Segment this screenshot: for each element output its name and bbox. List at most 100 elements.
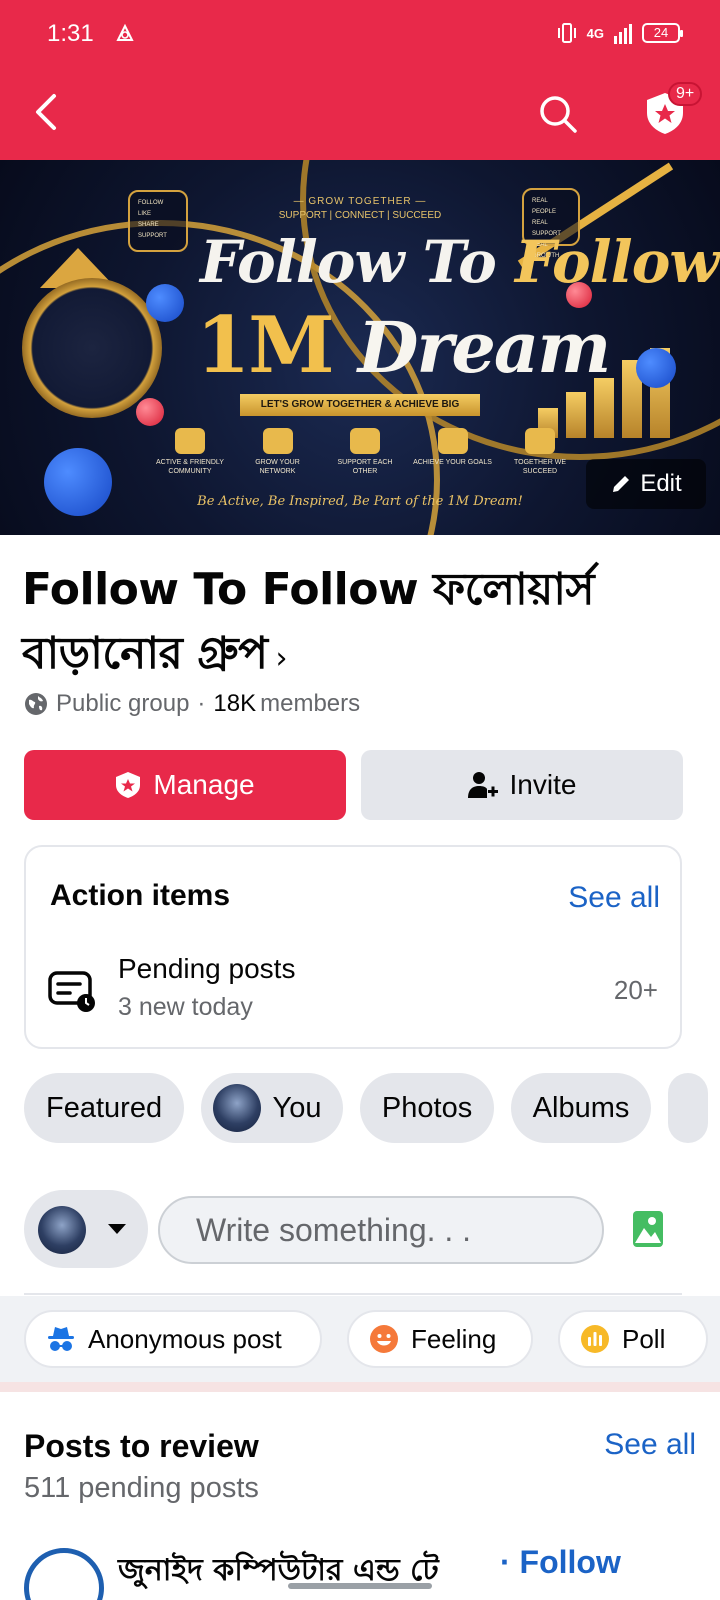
invite-label: Invite: [509, 769, 577, 800]
tab-label: Featured: [46, 1091, 163, 1124]
cover-top-sub: SUPPORT | CONNECT | SUCCEED: [278, 210, 442, 221]
like-bubble-icon: [44, 448, 112, 516]
group-tabs: Featured You Photos Albums: [24, 1073, 720, 1145]
cover-left-item: SUPPORT: [138, 233, 167, 239]
posts-to-review-title: Posts to review: [24, 1428, 259, 1464]
cover-feature: ACHIEVE YOUR GOALS: [413, 428, 493, 476]
post-options-row: Anonymous post Feeling Poll: [0, 1296, 720, 1382]
posts-to-review-subtitle: 511 pending posts: [24, 1472, 259, 1504]
cover-feature-label: TOGETHER WE SUCCEED: [514, 459, 566, 475]
edit-cover-button[interactable]: Edit: [586, 459, 706, 509]
cover-top-line: — GROW TOGETHER —: [293, 196, 427, 207]
feeling-button[interactable]: Feeling: [347, 1310, 533, 1368]
manage-button[interactable]: Manage: [24, 750, 346, 820]
back-arrow-icon[interactable]: [30, 92, 64, 132]
cover-feature-label: SUPPORT EACH OTHER: [337, 459, 393, 475]
action-items-title: Action items: [50, 879, 231, 912]
group-privacy: Public group: [56, 690, 190, 717]
cover-feature: ACTIVE & FRIENDLY COMMUNITY: [150, 428, 230, 476]
tab-albums[interactable]: Albums: [510, 1073, 652, 1143]
invite-button[interactable]: Invite: [361, 750, 683, 820]
cover-title-part: Dream: [357, 306, 612, 389]
notification-badge: 9+: [668, 82, 703, 106]
like-bubble-icon: [636, 348, 676, 388]
meta-separator: ·: [197, 690, 206, 717]
home-indicator[interactable]: [288, 1583, 432, 1589]
top-bar: 1:31 4G 24 9+: [0, 0, 720, 160]
group-name[interactable]: Follow To Follow ফলোয়ার্স বাড়ানোর গ্রু…: [22, 558, 662, 691]
network-type: 4G: [586, 25, 604, 41]
tab-label: You: [272, 1091, 322, 1124]
cover-title-line2: 1M Dream: [196, 300, 612, 391]
trophy-icon: [525, 428, 555, 454]
manage-label: Manage: [153, 769, 255, 800]
member-count[interactable]: 18K: [213, 690, 256, 718]
tab-featured[interactable]: Featured: [24, 1073, 185, 1143]
pencil-icon: [613, 476, 630, 492]
growth-icon: [262, 428, 293, 454]
caret-down-icon: [108, 1224, 126, 1234]
photo-icon[interactable]: [632, 1210, 664, 1248]
tab-you[interactable]: You: [200, 1073, 344, 1143]
pending-posts-title: Pending posts: [118, 953, 296, 984]
pending-posts-count: 20+: [613, 975, 658, 1005]
cover-left-item: FOLLOW: [138, 200, 164, 206]
cover-title-line1: Follow To Follow: [200, 228, 719, 296]
like-bubble-icon: [146, 284, 184, 322]
write-something-input[interactable]: Write something. . .: [158, 1196, 604, 1264]
tab-label: Albums: [532, 1091, 630, 1124]
status-icons: 4G 24: [557, 22, 683, 44]
cover-title-part: Follow To: [200, 228, 515, 296]
cover-ribbon: LET'S GROW TOGETHER & ACHIEVE BIG: [240, 394, 480, 416]
group-name-text: Follow To Follow ফলোয়ার্স বাড়ানোর গ্রু…: [22, 564, 595, 679]
signal-icon: [614, 22, 632, 44]
cover-feature: SUPPORT EACH OTHER: [325, 428, 405, 476]
cover-left-item: SHARE: [138, 222, 159, 228]
chevron-right-icon: ›: [275, 641, 288, 676]
post-author-name[interactable]: জুনাইদ কম্পিউটার এন্ড টে: [118, 1546, 439, 1597]
group-meta: Public group · 18K members: [24, 690, 360, 718]
cover-left-item: LIKE: [138, 211, 152, 217]
tab-more[interactable]: [667, 1073, 708, 1143]
author-avatar[interactable]: [24, 1548, 104, 1600]
heart-bubble-icon: [136, 398, 164, 426]
status-time: 1:31: [47, 20, 94, 47]
cover-feature: TOGETHER WE SUCCEED: [500, 428, 580, 476]
cover-feature-row: ACTIVE & FRIENDLY COMMUNITY GROW YOUR NE…: [150, 428, 580, 476]
search-icon[interactable]: [538, 94, 578, 134]
edit-cover-label: Edit: [640, 470, 682, 497]
cover-feature-label: ACTIVE & FRIENDLY COMMUNITY: [156, 459, 224, 475]
action-items-see-all[interactable]: See all: [568, 881, 660, 915]
anonymous-post-label: Anonymous post: [88, 1323, 282, 1354]
cover-feature-label: GROW YOUR NETWORK: [255, 459, 300, 475]
admin-shield-icon: [116, 772, 141, 798]
post-composer: Write something. . .: [24, 1190, 720, 1270]
section-separator: [0, 1382, 720, 1392]
smiley-icon: [370, 1325, 398, 1353]
battery-icon: 24: [642, 23, 683, 43]
follow-button[interactable]: · Follow: [500, 1544, 621, 1581]
action-items-card: Action items See all Pending posts 3 new…: [24, 845, 682, 1049]
cover-title-part: Follow: [514, 228, 719, 296]
tab-label: Photos: [381, 1091, 473, 1124]
handshake-icon: [350, 428, 380, 454]
tab-photos[interactable]: Photos: [359, 1073, 495, 1143]
pending-posts-icon: [48, 971, 95, 1012]
alarm-icon: [116, 23, 134, 41]
anonymous-post-button[interactable]: Anonymous post: [24, 1310, 322, 1368]
community-icon: [175, 428, 205, 454]
post-as-selector[interactable]: [24, 1190, 148, 1268]
members-label: members: [260, 690, 361, 717]
cover-feature-label: ACHIEVE YOUR GOALS: [413, 459, 492, 466]
divider: [24, 1293, 682, 1295]
cover-feature: GROW YOUR NETWORK: [238, 428, 318, 476]
vibrate-icon: [557, 23, 576, 43]
cover-title-part: 1M: [196, 300, 358, 391]
globe-icon: [25, 693, 47, 715]
poll-button[interactable]: Poll: [558, 1310, 708, 1368]
poll-label: Poll: [622, 1323, 666, 1354]
pending-posts-row[interactable]: Pending posts 3 new today 20+: [26, 947, 680, 1037]
posts-to-review-see-all[interactable]: See all: [604, 1428, 696, 1462]
feeling-label: Feeling: [411, 1323, 497, 1354]
add-person-icon: [467, 772, 498, 798]
